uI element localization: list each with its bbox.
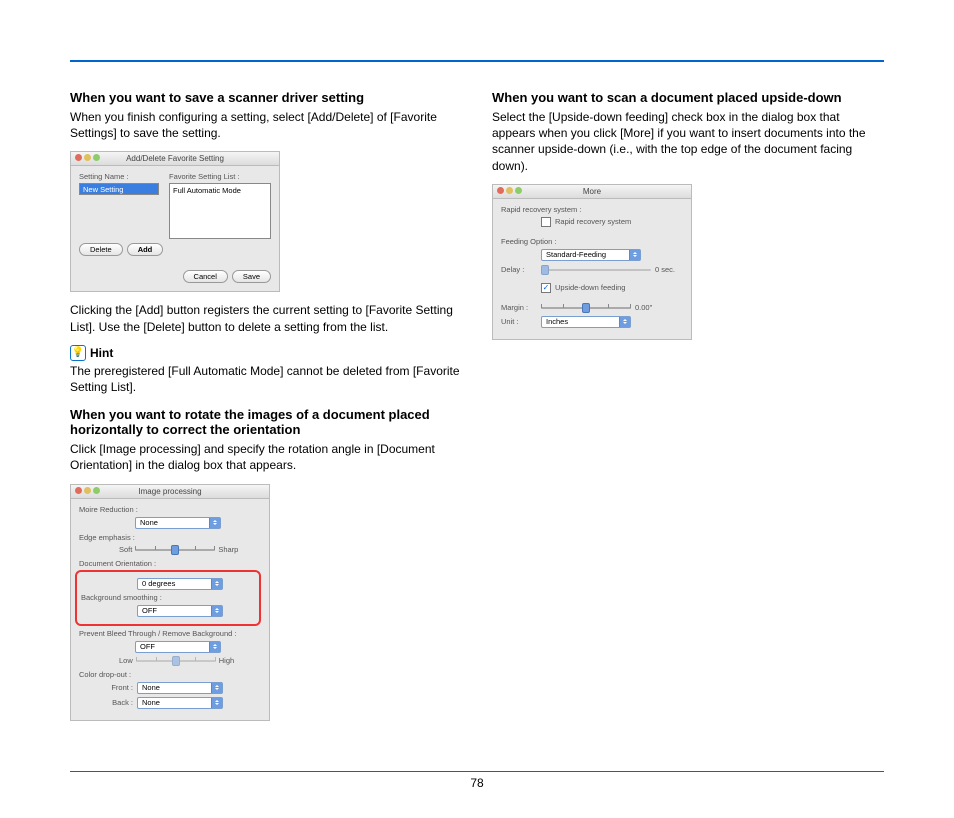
traffic-lights [497,187,522,194]
page-number: 78 [0,776,954,790]
dialog-add-delete-favorite: Add/Delete Favorite Setting Setting Name… [70,151,280,292]
bleed-label: Prevent Bleed Through / Remove Backgroun… [79,629,261,638]
moire-select[interactable]: None [135,517,221,529]
rapid-system-label: Rapid recovery system : [501,205,683,214]
hint-text: The preregistered [Full Automatic Mode] … [70,363,462,395]
bottom-rule [70,771,884,772]
delete-button[interactable]: Delete [79,243,123,256]
bleed-high-label: High [219,656,234,665]
orientation-highlight-box: 0 degrees Background smoothing : OFF [75,570,261,626]
content-columns: When you want to save a scanner driver s… [70,90,884,731]
dropout-label: Color drop-out : [79,670,261,679]
add-button[interactable]: Add [127,243,164,256]
margin-value: 0.00" [635,303,652,312]
hint-row: 💡 Hint [70,345,462,361]
top-rule [70,60,884,62]
setting-name-input[interactable]: New Setting [79,183,159,195]
paragraph-upside-down: Select the [Upside-down feeding] check b… [492,109,884,174]
save-button[interactable]: Save [232,270,271,283]
rapid-recovery-checkbox-label: Rapid recovery system [555,217,631,226]
bleed-select[interactable]: OFF [135,641,221,653]
bg-smoothing-select[interactable]: OFF [137,605,223,617]
bg-smoothing-label: Background smoothing : [81,593,255,602]
edge-soft-label: Soft [119,545,132,554]
dialog-image-processing: Image processing Moire Reduction : None … [70,484,270,721]
upside-down-checkbox[interactable]: ✓ [541,283,551,293]
heading-upside-down: When you want to scan a document placed … [492,90,884,105]
delay-value: 0 sec. [655,265,675,274]
dropout-front-select[interactable]: None [137,682,223,694]
dialog-titlebar: More [493,185,691,199]
edge-emphasis-slider[interactable] [135,545,215,555]
dialog-titlebar: Add/Delete Favorite Setting [71,152,279,166]
delay-slider[interactable] [541,265,651,275]
bleed-slider[interactable] [136,656,216,666]
paragraph-add-delete-info: Clicking the [Add] button registers the … [70,302,462,334]
hint-lightbulb-icon: 💡 [70,345,86,361]
traffic-lights [75,154,100,161]
dialog-title: Add/Delete Favorite Setting [126,154,224,163]
cancel-button[interactable]: Cancel [183,270,228,283]
setting-name-label: Setting Name : [79,172,159,181]
dialog-titlebar: Image processing [71,485,269,499]
unit-select[interactable]: Inches [541,316,631,328]
dialog-title: More [583,187,601,196]
favorite-list-label: Favorite Setting List : [169,172,271,181]
right-column: When you want to scan a document placed … [492,90,884,731]
left-column: When you want to save a scanner driver s… [70,90,462,731]
edge-sharp-label: Sharp [218,545,238,554]
dialog-title: Image processing [138,487,201,496]
feeding-option-select[interactable]: Standard-Feeding [541,249,641,261]
moire-label: Moire Reduction : [79,505,261,514]
dropout-back-select[interactable]: None [137,697,223,709]
orientation-label: Document Orientation : [79,559,261,568]
hint-label: Hint [90,346,113,360]
orientation-select[interactable]: 0 degrees [137,578,223,590]
delay-label: Delay : [501,265,537,274]
unit-label: Unit : [501,317,537,326]
favorite-setting-listbox[interactable]: Full Automatic Mode [169,183,271,239]
paragraph-save-setting: When you finish configuring a setting, s… [70,109,462,141]
feeding-option-label: Feeding Option : [501,237,683,246]
rapid-recovery-checkbox[interactable] [541,217,551,227]
dropout-back-label: Back : [109,698,133,707]
favorite-list-item[interactable]: Full Automatic Mode [173,186,241,195]
bleed-low-label: Low [119,656,133,665]
edge-label: Edge emphasis : [79,533,261,542]
margin-slider[interactable] [541,303,631,313]
dropout-front-label: Front : [109,683,133,692]
traffic-lights [75,487,100,494]
upside-down-checkbox-label: Upside-down feeding [555,283,625,292]
heading-rotate: When you want to rotate the images of a … [70,407,462,437]
heading-save-setting: When you want to save a scanner driver s… [70,90,462,105]
margin-label: Margin : [501,303,537,312]
paragraph-rotate: Click [Image processing] and specify the… [70,441,462,473]
dialog-more: More Rapid recovery system : Rapid recov… [492,184,692,340]
